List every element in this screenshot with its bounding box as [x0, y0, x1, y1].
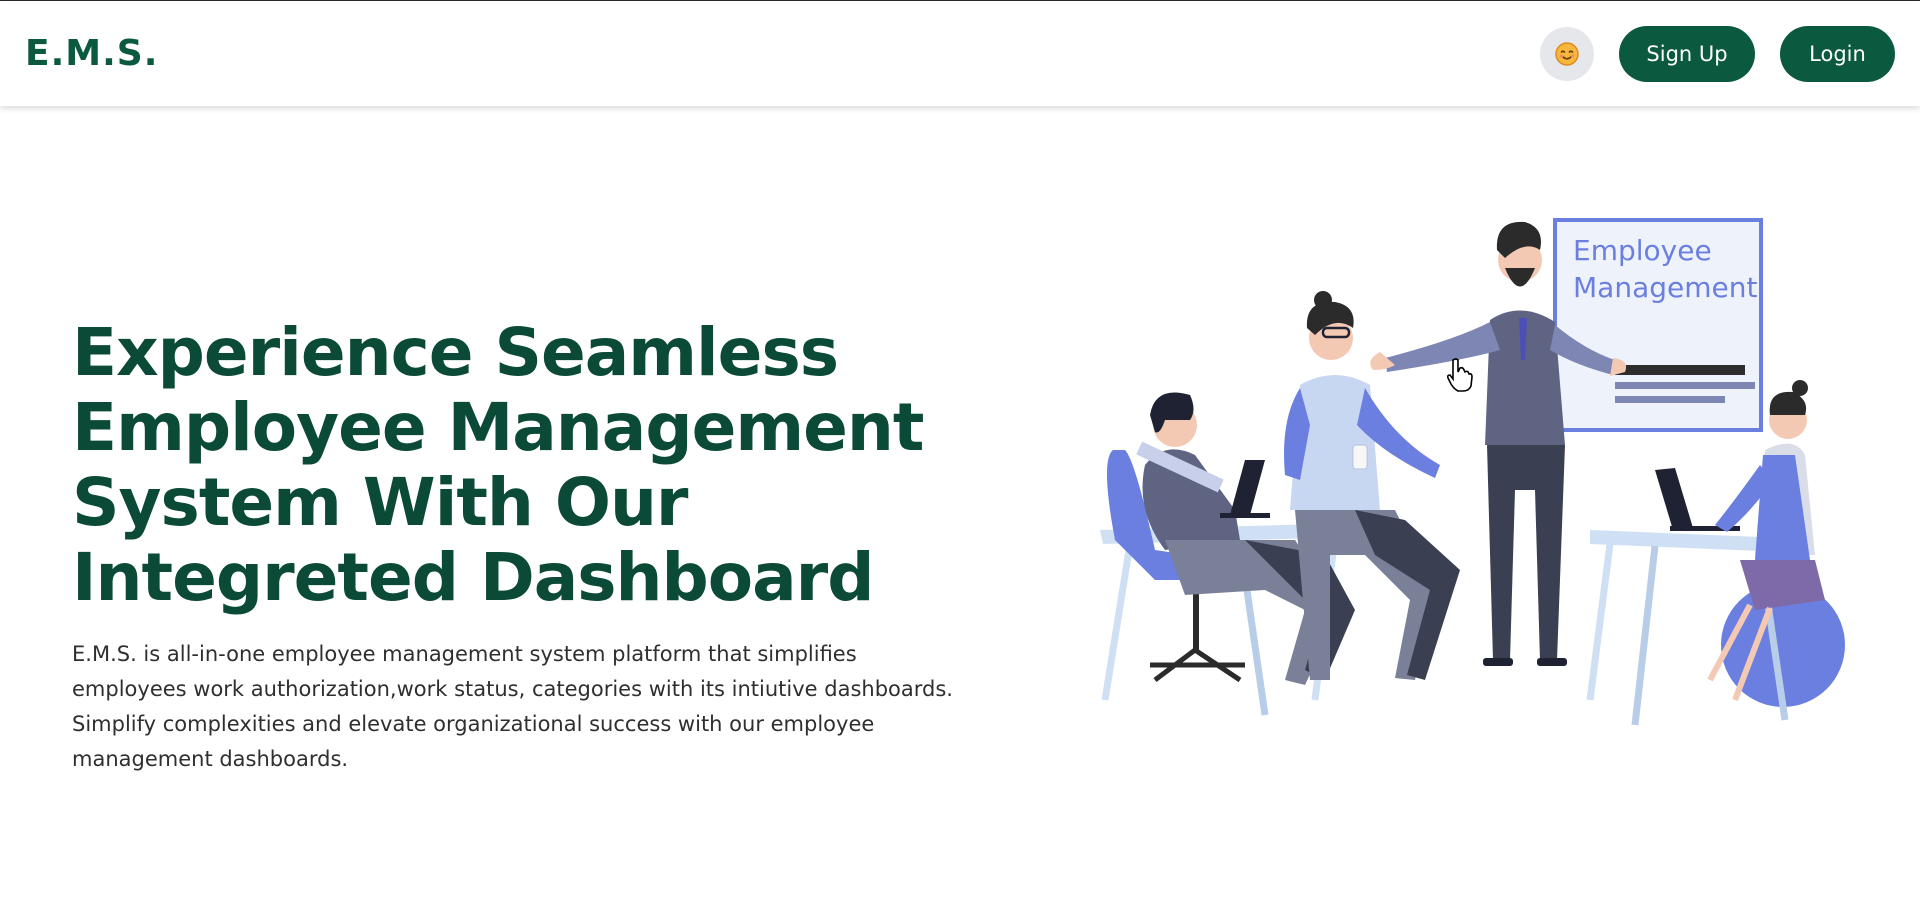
hero-title-line: Integreted Dashboard — [72, 539, 874, 616]
hero-section: Experience Seamless Employee Management … — [72, 315, 1032, 777]
whiteboard-text-line: Employee — [1573, 234, 1712, 267]
hero-illustration: Employee Management — [1095, 210, 1855, 730]
navbar: E.M.S. Sign Up Login — [0, 1, 1920, 106]
hero-title: Experience Seamless Employee Management … — [72, 315, 1032, 615]
brand-logo[interactable]: E.M.S. — [25, 33, 158, 74]
hand-cursor-icon — [1446, 358, 1473, 392]
hero-title-line: Experience Seamless — [72, 314, 839, 391]
whiteboard-text-line: Management — [1573, 271, 1757, 304]
theme-toggle-button[interactable] — [1540, 26, 1594, 81]
signup-button[interactable]: Sign Up — [1619, 25, 1755, 82]
whiteboard: Employee Management — [1553, 218, 1763, 432]
login-button[interactable]: Login — [1780, 25, 1895, 82]
nav-actions: Sign Up Login — [1540, 25, 1895, 82]
hero-description-line: management dashboards. — [72, 747, 349, 771]
hero-title-line: System With Our — [72, 464, 688, 541]
hero-description-line: E.M.S. is all-in-one employee management… — [72, 642, 857, 666]
hero-description-line: employees work authorization,work status… — [72, 677, 953, 701]
hero-description: E.M.S. is all-in-one employee management… — [72, 637, 1002, 777]
sun-face-icon — [1555, 41, 1579, 66]
hero-description-line: Simplify complexities and elevate organi… — [72, 712, 875, 736]
hero-title-line: Employee Management — [72, 389, 924, 466]
team-meeting-illustration: Employee Management — [1100, 218, 1845, 726]
